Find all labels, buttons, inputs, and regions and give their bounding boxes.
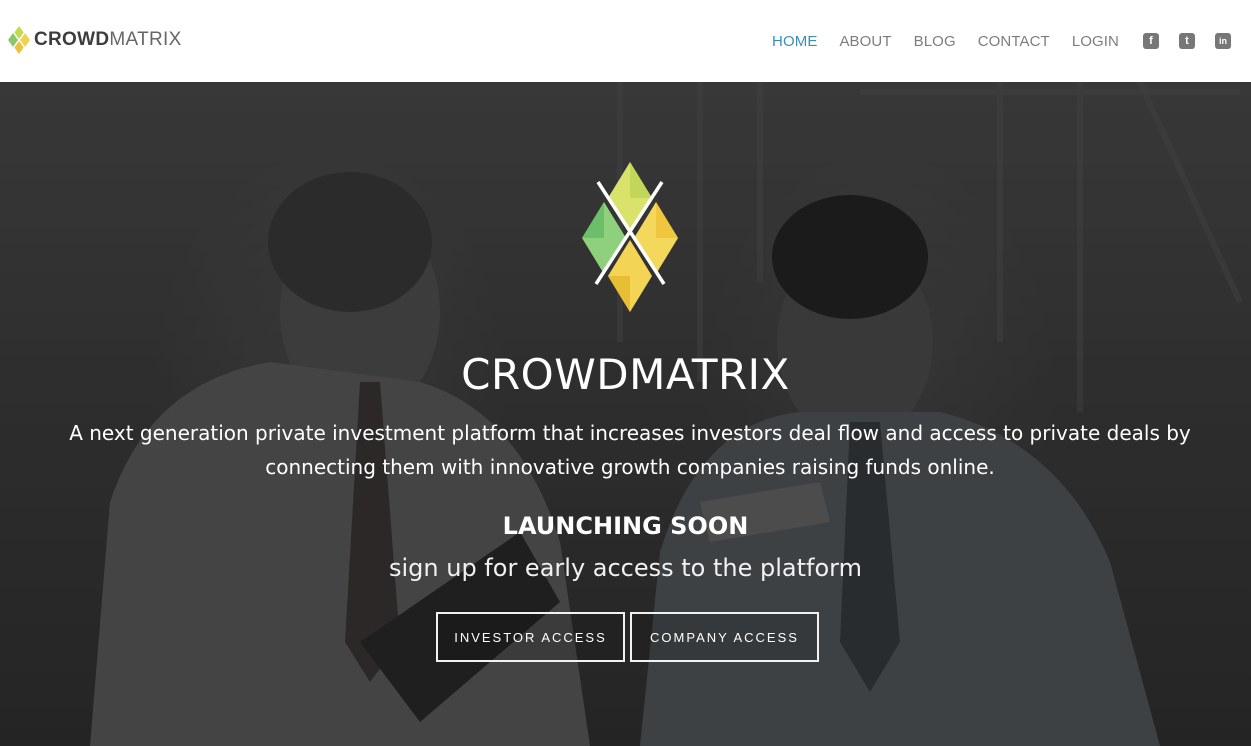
top-navbar: CROWDMATRIX HOME ABOUT BLOG CONTACT LOGI…: [0, 0, 1251, 82]
hero-section: CROWDMATRIX A next generation private in…: [0, 82, 1251, 746]
brand-name: CROWDMATRIX: [34, 29, 182, 50]
crowdmatrix-logo-icon: [8, 26, 30, 54]
nav-contact[interactable]: CONTACT: [978, 33, 1050, 50]
crowdmatrix-hero-logo-icon: [582, 162, 678, 312]
nav-about[interactable]: ABOUT: [839, 33, 891, 50]
linkedin-icon[interactable]: in: [1215, 33, 1231, 49]
hero-subtitle: sign up for early access to the platform: [388, 554, 862, 582]
brand-logo[interactable]: CROWDMATRIX: [8, 26, 182, 54]
main-nav: HOME ABOUT BLOG CONTACT LOGIN f t in: [772, 0, 1251, 82]
hero-title: CROWDMATRIX: [461, 350, 790, 399]
hero-description: A next generation private investment pla…: [69, 421, 1191, 479]
nav-blog[interactable]: BLOG: [914, 33, 956, 50]
company-access-button[interactable]: COMPANY ACCESS: [630, 612, 819, 662]
social-links: f t in: [1143, 33, 1251, 49]
twitter-icon[interactable]: t: [1179, 33, 1195, 49]
nav-home[interactable]: HOME: [772, 33, 817, 50]
hero-content: CROWDMATRIX A next generation private in…: [0, 82, 1251, 746]
facebook-icon[interactable]: f: [1143, 33, 1159, 49]
launching-soon-heading: LAUNCHING SOON: [502, 512, 749, 540]
investor-access-button[interactable]: INVESTOR ACCESS: [436, 612, 625, 662]
nav-login[interactable]: LOGIN: [1072, 33, 1119, 50]
